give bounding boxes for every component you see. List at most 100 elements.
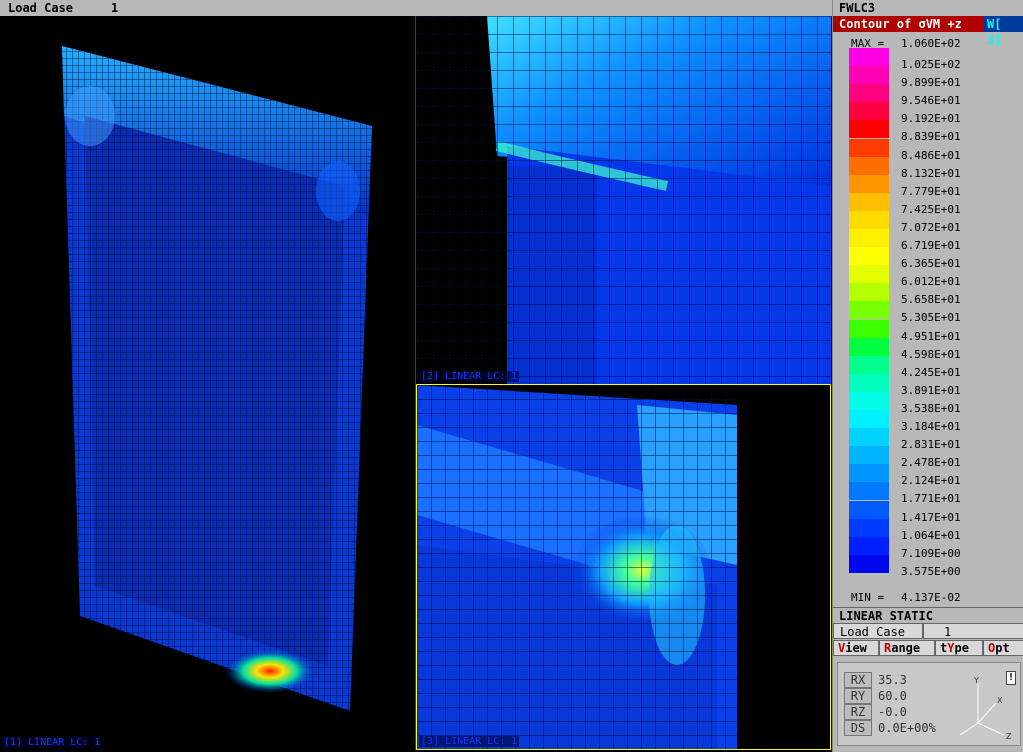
window-tag: W[ 3] xyxy=(983,16,1023,47)
ds-row: DS 0.0E+00% xyxy=(844,720,936,736)
contour-header[interactable]: Contour of σVM +z W[ 3] xyxy=(833,16,1023,47)
legend-value-row: 8.839E+01 xyxy=(833,130,1023,144)
legend-value: 2.478E+01 xyxy=(901,456,961,470)
legend-value-row: 8.486E+01 xyxy=(833,149,1023,163)
legend-value: 7.072E+01 xyxy=(901,220,961,234)
legend-value-row: 3.575E+00 xyxy=(833,565,1023,579)
legend-value: 6.365E+01 xyxy=(901,257,961,271)
legend-value-row: 6.365E+01 xyxy=(833,257,1023,271)
rz-row: RZ -0.0 xyxy=(844,704,907,720)
legend-value: 3.184E+01 xyxy=(901,420,961,433)
legend-value-row: 9.899E+01 xyxy=(833,76,1023,90)
ry-label: RY xyxy=(844,688,872,704)
load-case-selector-value[interactable]: 1 xyxy=(923,623,1023,639)
legend-value-row: 4.598E+01 xyxy=(833,348,1023,362)
load-case-selector[interactable]: Load Case 1 xyxy=(833,623,1023,639)
legend-value-row: 8.132E+01 xyxy=(833,167,1023,181)
legend-value: 9.899E+01 xyxy=(901,76,961,90)
legend-value-row: 2.831E+01 xyxy=(833,438,1023,452)
legend-value-row: 3.891E+01 xyxy=(833,384,1023,398)
legend-value: 1.771E+01 xyxy=(901,492,961,506)
load-case-number: 1 xyxy=(111,1,119,15)
legend-value-row: 1.025E+02 xyxy=(833,58,1023,72)
legend-value-row: 5.305E+01 xyxy=(833,311,1023,325)
contour-legend: MAX = 1.060E+02 MIN = 4.137E-02 1.025E+0… xyxy=(833,34,1023,604)
viewport-2[interactable]: [2] LINEAR LC: 1 xyxy=(417,16,831,384)
legend-value: 7.425E+01 xyxy=(901,202,961,216)
menu-options[interactable]: Opt xyxy=(983,640,1023,656)
legend-value: 6.012E+01 xyxy=(901,275,961,289)
legend-value: 9.192E+01 xyxy=(901,112,961,126)
legend-value: 6.719E+01 xyxy=(901,239,961,252)
legend-value: 8.839E+01 xyxy=(901,130,961,144)
load-case-label: Load Case xyxy=(8,1,74,15)
legend-value-row: 1.417E+01 xyxy=(833,511,1023,525)
legend-value: 3.538E+01 xyxy=(901,401,961,415)
legend-value: 7.109E+00 xyxy=(901,546,961,560)
ds-value[interactable]: 0.0E+00% xyxy=(878,721,936,735)
legend-value-row: 2.124E+01 xyxy=(833,474,1023,488)
legend-value-row: 3.538E+01 xyxy=(833,402,1023,416)
legend-value-row: 2.478E+01 xyxy=(833,456,1023,470)
viewport-2-model xyxy=(417,16,831,384)
svg-text:X: X xyxy=(997,696,1003,705)
legend-value: 1.025E+02 xyxy=(901,58,961,71)
legend-value-row: 3.184E+01 xyxy=(833,420,1023,434)
viewport-2-label: [2] LINEAR LC: 1 xyxy=(419,371,520,382)
legend-min-tag: MIN = xyxy=(851,591,885,604)
legend-min-row: MIN = 4.137E-02 xyxy=(833,591,1023,605)
rz-label: RZ xyxy=(844,704,872,720)
ds-label: DS xyxy=(844,720,872,736)
rz-value[interactable]: -0.0 xyxy=(878,705,907,719)
legend-value-row: 9.546E+01 xyxy=(833,94,1023,108)
legend-value-row: 1.771E+01 xyxy=(833,492,1023,506)
legend-value-row: 7.425E+01 xyxy=(833,203,1023,217)
load-case-selector-label: Load Case xyxy=(833,623,923,639)
legend-max-value: 1.060E+02 xyxy=(901,37,961,50)
viewport-1[interactable]: [1] LINEAR LC: 1 xyxy=(0,16,416,750)
ry-row: RY 60.0 xyxy=(844,688,907,704)
svg-text:Y: Y xyxy=(973,677,979,685)
rx-row: RX 35.3 xyxy=(844,672,907,688)
legend-value-row: 4.951E+01 xyxy=(833,330,1023,344)
legend-value: 4.951E+01 xyxy=(901,329,961,343)
legend-value-row: 7.779E+01 xyxy=(833,185,1023,199)
legend-value-row: 6.719E+01 xyxy=(833,239,1023,253)
legend-value: 1.417E+01 xyxy=(901,510,961,524)
legend-value-row: 9.192E+01 xyxy=(833,112,1023,126)
legend-value: 2.831E+01 xyxy=(901,438,961,452)
legend-value-row: 1.064E+01 xyxy=(833,529,1023,543)
view-parameters: RX 35.3 RY 60.0 RZ -0.0 DS 0.0E+00% ! Y … xyxy=(837,662,1021,746)
model-title: FWLC3 xyxy=(833,0,1023,16)
analysis-type: LINEAR STATIC xyxy=(833,607,1023,623)
legend-value: 7.779E+01 xyxy=(901,184,961,198)
legend-value: 8.132E+01 xyxy=(901,166,961,180)
legend-value-row: 7.072E+01 xyxy=(833,221,1023,235)
legend-value: 2.124E+01 xyxy=(901,474,961,488)
legend-value-row: 4.245E+01 xyxy=(833,366,1023,380)
legend-value: 9.546E+01 xyxy=(901,94,961,108)
legend-value: 4.598E+01 xyxy=(901,347,961,361)
contour-panel: FWLC3 Contour of σVM +z W[ 3] MAX = 1.06… xyxy=(832,0,1023,752)
legend-value-row: 7.109E+00 xyxy=(833,547,1023,561)
menu-type[interactable]: tYpe xyxy=(935,640,983,656)
menu-range[interactable]: Range xyxy=(879,640,935,656)
axis-triad-icon: Y X Z xyxy=(959,677,1012,741)
legend-value: 3.891E+01 xyxy=(901,383,961,397)
viewport-3[interactable]: [3] LINEAR LC: 1 xyxy=(416,384,831,750)
viewport-1-model xyxy=(62,46,372,711)
rx-label: RX xyxy=(844,672,872,688)
legend-value: 8.486E+01 xyxy=(901,148,961,162)
legend-min-value: 4.137E-02 xyxy=(901,591,961,604)
ry-value[interactable]: 60.0 xyxy=(878,689,907,703)
rx-value[interactable]: 35.3 xyxy=(878,673,907,687)
viewport-3-model xyxy=(417,385,830,749)
viewport-3-label: [3] LINEAR LC: 1 xyxy=(419,736,520,747)
legend-value: 4.245E+01 xyxy=(901,365,961,379)
load-case-bar: Load Case 1 xyxy=(0,0,832,16)
legend-value-row: 6.012E+01 xyxy=(833,275,1023,289)
legend-value: 3.575E+00 xyxy=(901,564,961,578)
menu-view[interactable]: View xyxy=(833,640,879,656)
svg-text:Z: Z xyxy=(1006,732,1012,741)
legend-value-row: 5.658E+01 xyxy=(833,293,1023,307)
